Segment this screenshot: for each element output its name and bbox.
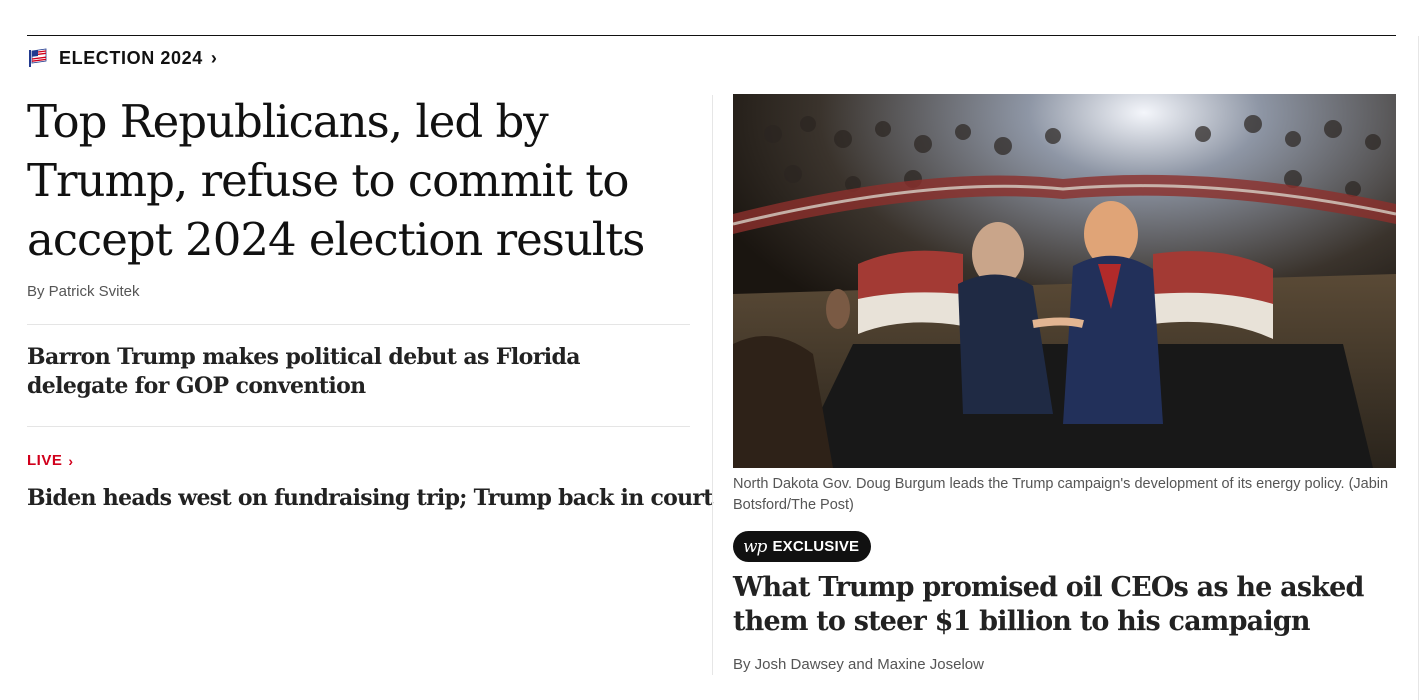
lead-byline: By Patrick Svitek <box>27 283 140 300</box>
feature-headline[interactable]: What Trump promised oil CEOs as he asked… <box>733 571 1393 639</box>
chevron-right-icon: › <box>68 452 74 469</box>
feature-photo-image <box>733 94 1396 468</box>
feature-byline: By Josh Dawsey and Maxine Joselow <box>733 656 984 673</box>
section-kicker[interactable]: ELECTION 2024 › <box>27 46 217 70</box>
second-headline[interactable]: Barron Trump makes political debut as Fl… <box>27 343 687 401</box>
live-text[interactable]: LIVE <box>27 452 62 469</box>
scrollbar-track <box>1418 36 1419 700</box>
divider <box>27 324 690 325</box>
section-label[interactable]: ELECTION 2024 <box>59 48 203 69</box>
feature-photo[interactable] <box>733 94 1396 468</box>
top-rule <box>27 35 1396 36</box>
chevron-right-icon: › <box>210 47 217 68</box>
live-label[interactable]: LIVE › <box>27 452 74 469</box>
lead-headline[interactable]: Top Republicans, led by Trump, refuse to… <box>27 92 687 269</box>
column-divider <box>712 95 713 675</box>
photo-caption: North Dakota Gov. Doug Burgum leads the … <box>733 476 1389 513</box>
divider <box>27 426 690 427</box>
exclusive-label: EXCLUSIVE <box>772 538 860 555</box>
wp-logo: wp <box>743 536 767 557</box>
exclusive-badge: wp EXCLUSIVE <box>733 531 872 562</box>
live-headline[interactable]: Biden heads west on fundraising trip; Tr… <box>27 483 713 513</box>
flag-icon <box>29 48 47 67</box>
